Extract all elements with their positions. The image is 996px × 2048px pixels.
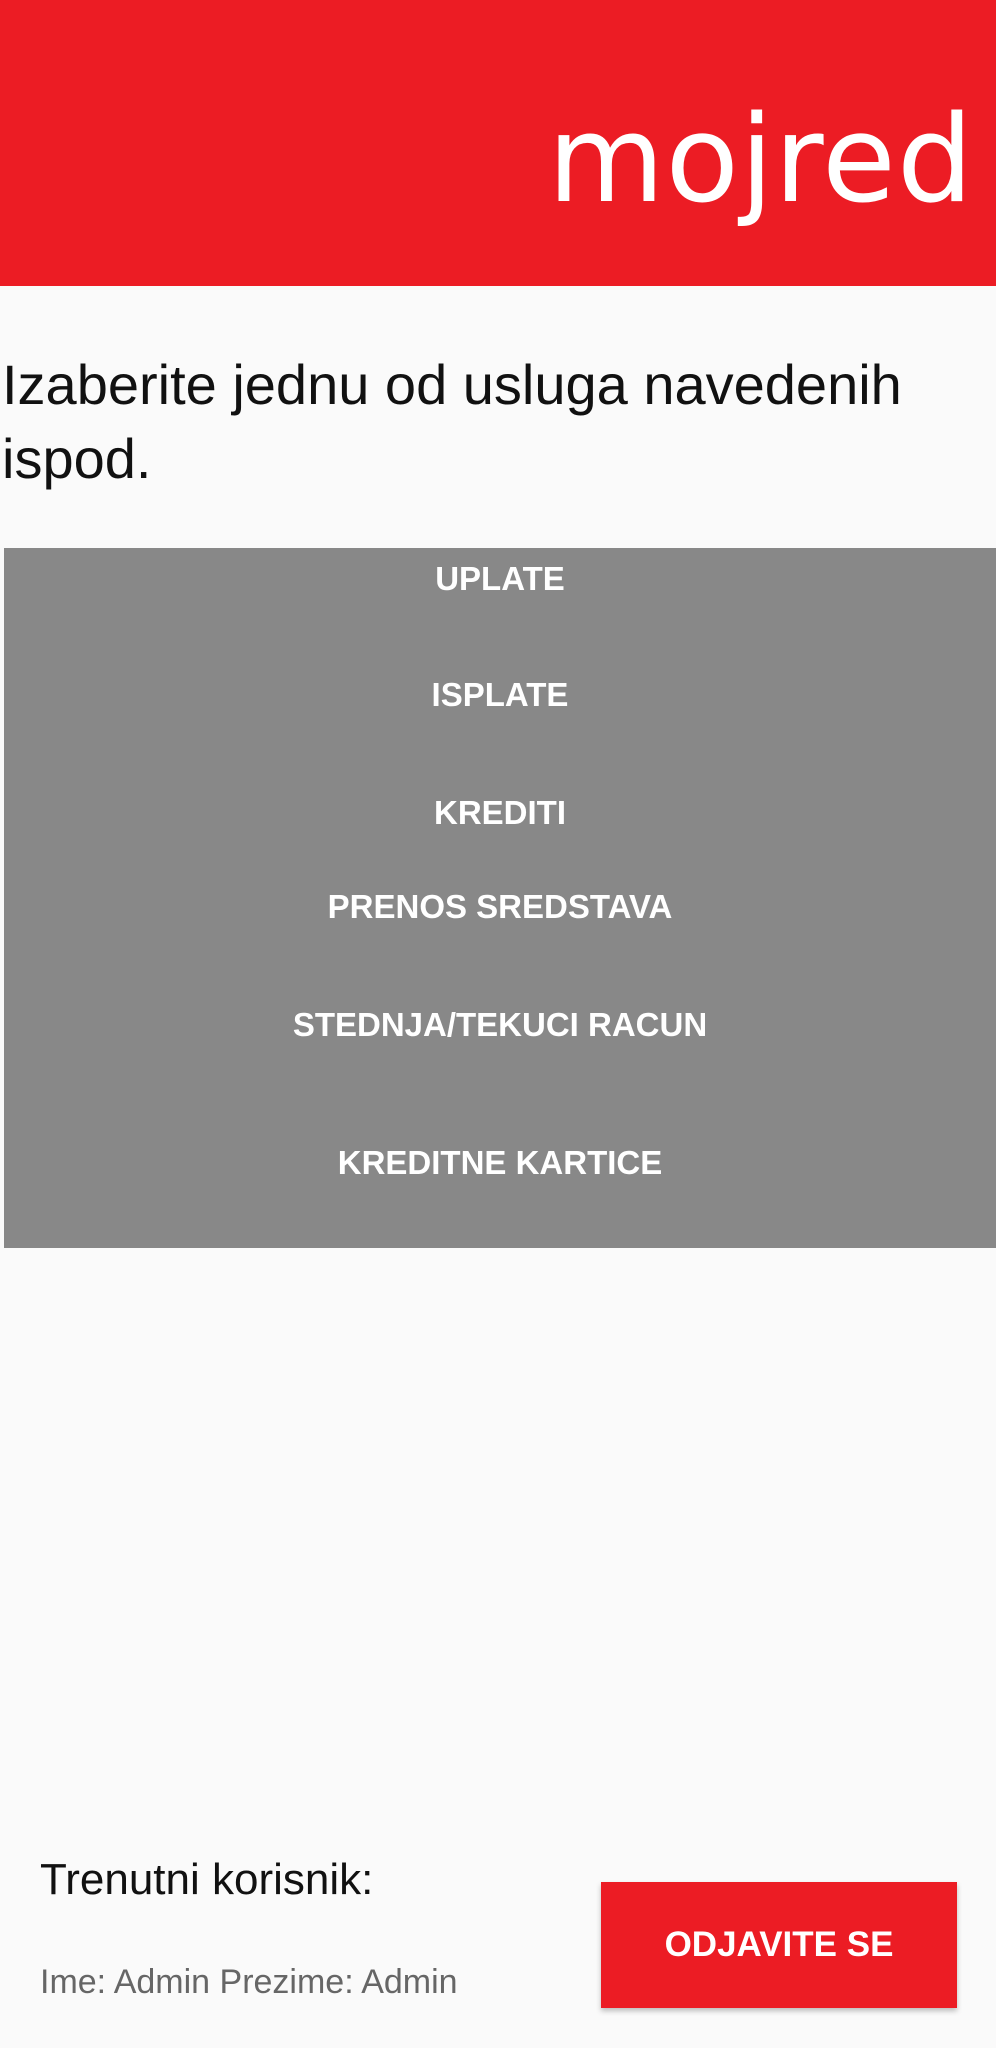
app-screen: mojred Izaberite jednu od usluga naveden… bbox=[0, 0, 996, 2048]
menu-item-uplate[interactable]: UPLATE bbox=[4, 554, 996, 604]
menu-item-prenos-sredstava[interactable]: PRENOS SREDSTAVA bbox=[4, 882, 996, 932]
menu-item-kreditne-kartice[interactable]: KREDITNE KARTICE bbox=[4, 1138, 996, 1188]
menu-item-isplate[interactable]: ISPLATE bbox=[4, 670, 996, 720]
services-menu: UPLATE ISPLATE KREDITI PRENOS SREDSTAVA … bbox=[4, 548, 996, 1248]
page-title: Izaberite jednu od usluga navedenih ispo… bbox=[2, 353, 902, 490]
brand-logo: mojred bbox=[547, 91, 974, 230]
current-user-label: Trenutni korisnik: bbox=[40, 1855, 374, 1904]
app-header: mojred bbox=[0, 0, 996, 286]
logout-button[interactable]: ODJAVITE SE bbox=[601, 1882, 957, 2008]
menu-item-stednja-tekuci-racun[interactable]: STEDNJA/TEKUCI RACUN bbox=[4, 1000, 996, 1050]
current-user-info: Ime: Admin Prezime: Admin bbox=[40, 1963, 458, 2001]
menu-item-krediti[interactable]: KREDITI bbox=[4, 788, 996, 838]
